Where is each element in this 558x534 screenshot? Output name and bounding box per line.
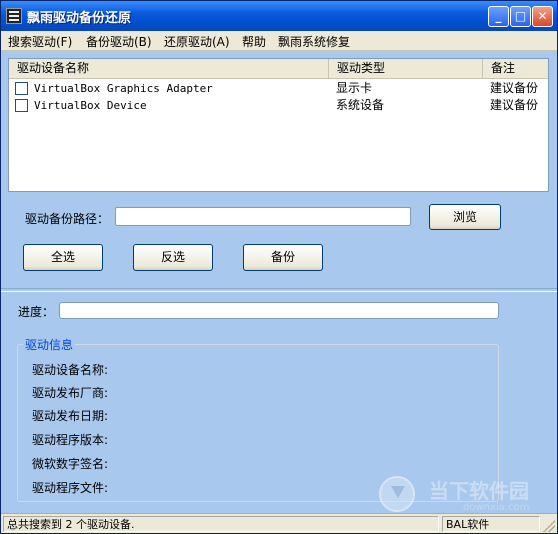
- minimize-button[interactable]: _: [488, 6, 509, 27]
- invert-selection-button[interactable]: 反选: [133, 244, 213, 271]
- menu-restore-driver[interactable]: 还原驱动(A): [161, 33, 233, 50]
- title-bar[interactable]: 飘雨驱动备份还原 _ □ ✕: [1, 1, 557, 31]
- close-button[interactable]: ✕: [532, 6, 553, 27]
- row-device-name: VirtualBox Graphics Adapter: [34, 82, 213, 95]
- info-version-label: 驱动程序版本:: [32, 433, 109, 447]
- progress-label: 进度：: [18, 305, 55, 319]
- download-icon: [379, 476, 415, 512]
- window-title: 飘雨驱动备份还原: [27, 11, 132, 26]
- backup-path-input[interactable]: [115, 207, 411, 226]
- resize-grip-icon[interactable]: [543, 520, 555, 532]
- info-date-label: 驱动发布日期:: [32, 409, 109, 423]
- backup-path-label: 驱动备份路径：: [25, 212, 110, 226]
- info-vendor-label: 驱动发布厂商:: [32, 386, 109, 400]
- menu-search-driver[interactable]: 搜索驱动(F): [5, 33, 75, 50]
- watermark-text: 当下软件园: [429, 479, 529, 503]
- menu-backup-driver[interactable]: 备份驱动(B): [83, 33, 155, 50]
- row-driver-type: 显示卡: [336, 81, 373, 95]
- list-row[interactable]: VirtualBox Graphics Adapter 显示卡 建议备份: [9, 80, 548, 97]
- progress-bar: [59, 302, 499, 319]
- column-header-driver-type[interactable]: 驱动类型: [329, 59, 483, 78]
- info-file-label: 驱动程序文件:: [32, 481, 109, 495]
- main-window: 飘雨驱动备份还原 _ □ ✕ 搜索驱动(F) 备份驱动(B) 还原驱动(A) 帮…: [0, 0, 558, 534]
- row-checkbox[interactable]: [15, 82, 28, 95]
- row-driver-type: 系统设备: [336, 98, 385, 112]
- menu-bar: 搜索驱动(F) 备份驱动(B) 还原驱动(A) 帮助 飘雨系统修复: [1, 31, 557, 51]
- watermark-url: downxia.com: [463, 502, 530, 513]
- select-all-button[interactable]: 全选: [23, 244, 103, 271]
- menu-system-repair[interactable]: 飘雨系统修复: [275, 33, 353, 50]
- browse-button[interactable]: 浏览: [429, 204, 501, 230]
- info-signature-label: 微软数字签名:: [32, 457, 109, 471]
- driver-list[interactable]: 驱动设备名称 驱动类型 备注 VirtualBox Graphics Adapt…: [8, 58, 549, 192]
- backup-button[interactable]: 备份: [243, 244, 323, 271]
- driver-info-title: 驱动信息: [23, 336, 76, 353]
- info-device-name-label: 驱动设备名称:: [32, 363, 109, 377]
- status-text: 总共搜索到 2 个驱动设备.: [3, 516, 439, 532]
- section-divider: [1, 288, 557, 292]
- row-note: 建议备份: [490, 81, 539, 95]
- row-device-name: VirtualBox Device: [34, 99, 147, 112]
- maximize-button[interactable]: □: [510, 6, 531, 27]
- row-checkbox[interactable]: [15, 99, 28, 112]
- row-note: 建议备份: [490, 98, 539, 112]
- column-header-note[interactable]: 备注: [483, 59, 548, 78]
- list-row[interactable]: VirtualBox Device 系统设备 建议备份: [9, 97, 548, 114]
- column-header-device-name[interactable]: 驱动设备名称: [9, 59, 329, 78]
- list-header: 驱动设备名称 驱动类型 备注: [9, 59, 548, 79]
- menu-help[interactable]: 帮助: [239, 33, 269, 50]
- app-icon: [6, 8, 22, 24]
- status-brand: BAL软件: [442, 516, 540, 532]
- status-bar: 总共搜索到 2 个驱动设备. BAL软件: [1, 513, 557, 533]
